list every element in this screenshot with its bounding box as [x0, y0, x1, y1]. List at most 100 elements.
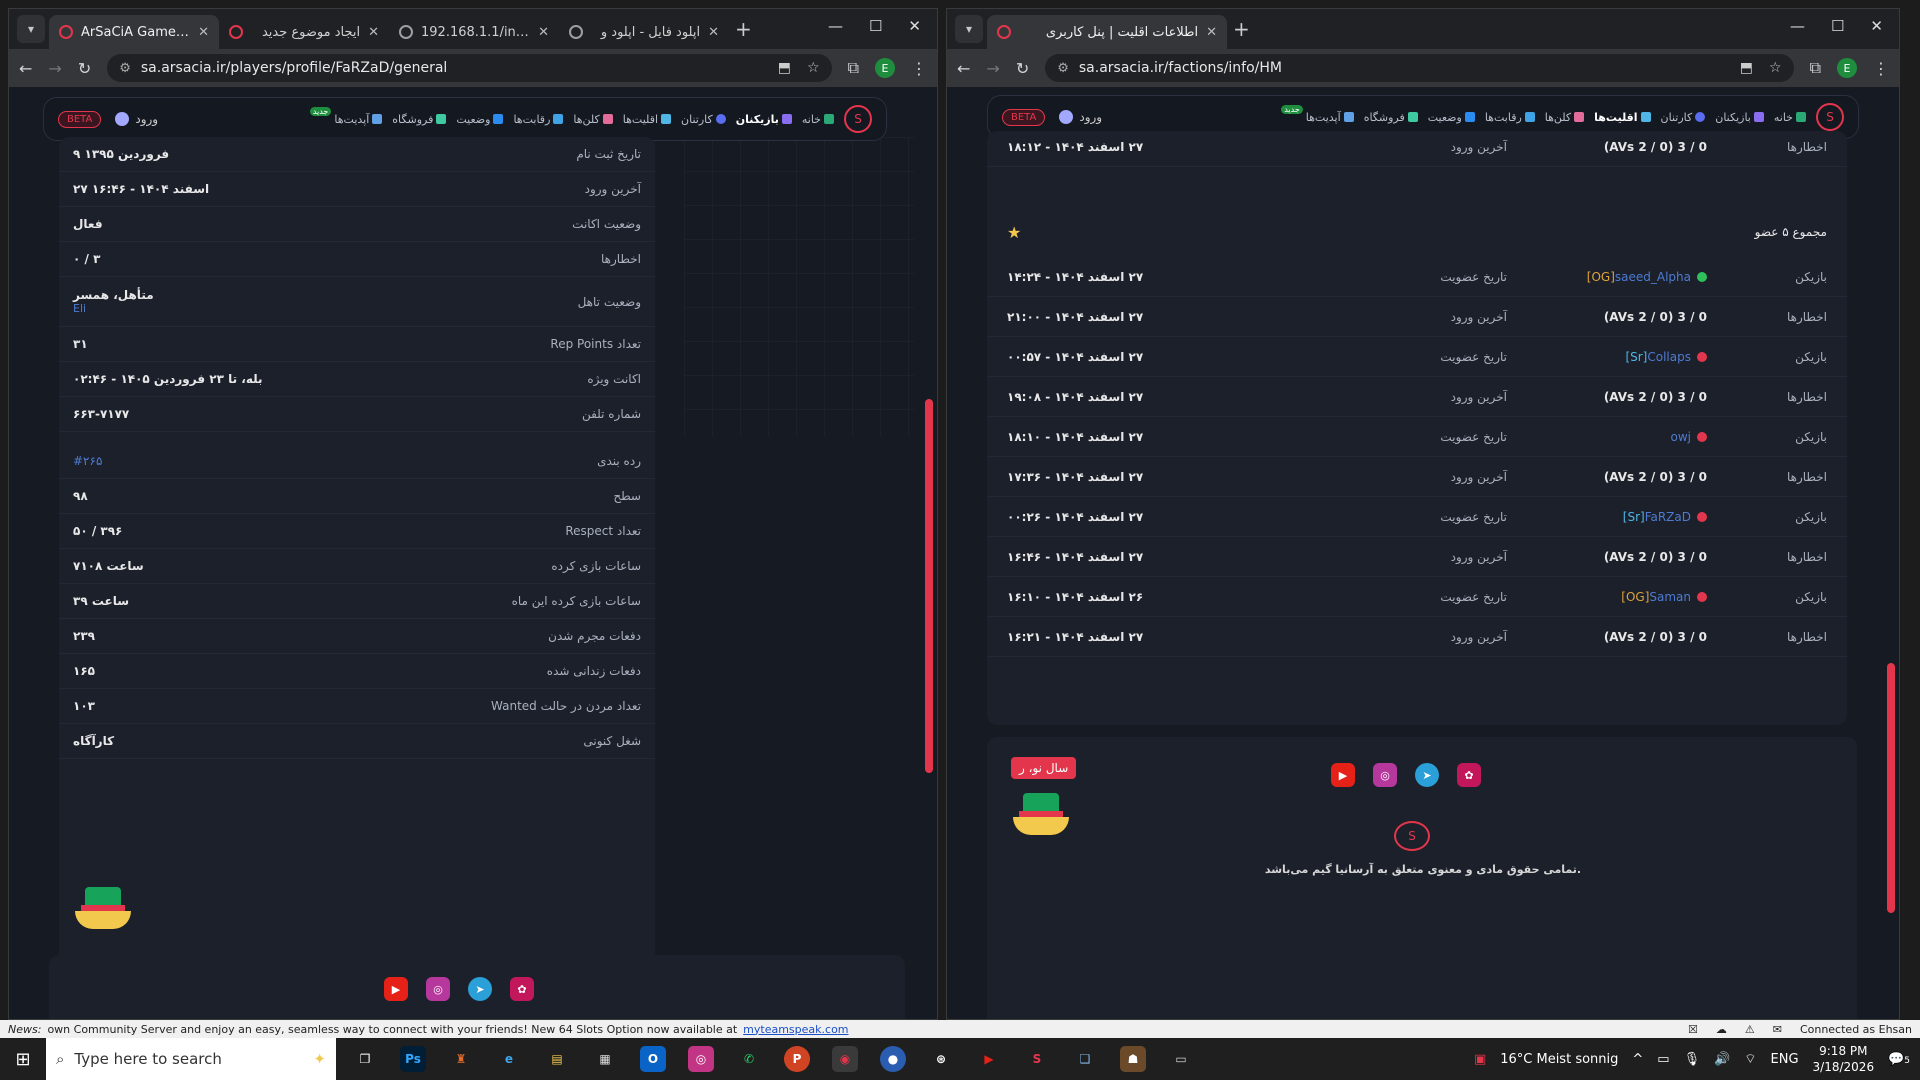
nav-factions[interactable]: اقلیت‌ها — [623, 113, 672, 126]
outlook-icon[interactable]: O — [640, 1046, 666, 1072]
member-name-link[interactable]: Collaps — [1647, 350, 1691, 364]
instagram-app-icon[interactable]: ◎ — [688, 1046, 714, 1072]
photoshop-icon[interactable]: Ps — [400, 1046, 426, 1072]
wifi-icon[interactable]: ⌔ — [1744, 1051, 1756, 1067]
bookmark-star-icon[interactable]: ☆ — [807, 60, 820, 76]
reload-icon[interactable]: ↻ — [1016, 59, 1029, 78]
arsacia-app-icon[interactable]: S — [1024, 1046, 1050, 1072]
nav-status[interactable]: وضعیت — [456, 113, 504, 126]
close-tab-icon[interactable]: ✕ — [1206, 25, 1217, 40]
spouse-link[interactable]: Eli — [73, 302, 114, 315]
install-app-icon[interactable]: ⬒ — [1740, 60, 1753, 76]
back-arrow-icon[interactable]: ← — [19, 59, 32, 78]
instagram-icon[interactable]: ◎ — [1373, 763, 1397, 787]
telegram-icon[interactable]: ➤ — [1415, 763, 1439, 787]
close-tab-icon[interactable]: ✕ — [538, 25, 549, 40]
youtube-icon[interactable]: ▶ — [384, 977, 408, 1001]
page-scrollbar[interactable] — [1887, 93, 1895, 1015]
arsacia-logo-icon[interactable]: S — [844, 105, 872, 133]
nav-cartoons[interactable]: کارتنان — [681, 113, 726, 126]
bookmark-star-icon[interactable]: ☆ — [1769, 60, 1782, 76]
scrollbar-thumb[interactable] — [1887, 663, 1895, 913]
powerpoint-icon[interactable]: P — [784, 1046, 810, 1072]
reload-icon[interactable]: ↻ — [78, 59, 91, 78]
weather-icon[interactable]: ▣ — [1474, 1052, 1486, 1067]
taskbar-search[interactable]: ⌕ Type here to search ✦ — [46, 1038, 336, 1080]
forward-arrow-icon[interactable]: → — [986, 59, 999, 78]
tray-chevron-icon[interactable]: ^ — [1632, 1052, 1643, 1067]
rubika-icon[interactable]: ✿ — [1457, 763, 1481, 787]
nav-updates[interactable]: آپدیت‌ها جدید — [309, 106, 383, 126]
tab-upload[interactable]: آپلود فایل - اپلود و ✕ — [559, 15, 729, 49]
nav-updates[interactable]: آپدیت‌ها جدید — [1281, 104, 1354, 124]
store-icon[interactable]: ▦ — [592, 1046, 618, 1072]
member-name-link[interactable]: owj — [1671, 430, 1692, 444]
member-name-link[interactable]: saeed_Alpha — [1615, 270, 1691, 284]
member-name-link[interactable]: FaRZaD — [1645, 510, 1691, 524]
media-player-icon[interactable]: ▶ — [976, 1046, 1002, 1072]
game-app-icon[interactable]: ☗ — [1120, 1046, 1146, 1072]
clock[interactable]: 9:18 PM 3/18/2026 — [1813, 1043, 1875, 1075]
menu-kebab-icon[interactable]: ⋮ — [911, 59, 927, 78]
tab-new-topic[interactable]: ایجاد موضوع جدید ✕ — [219, 15, 389, 49]
instagram-icon[interactable]: ◎ — [426, 977, 450, 1001]
pin-app-icon[interactable]: ♜ — [448, 1046, 474, 1072]
window-app-icon[interactable]: ▭ — [1168, 1046, 1194, 1072]
nav-players[interactable]: بازیکنان — [1715, 111, 1764, 124]
nav-home[interactable]: خانه — [1774, 111, 1806, 124]
nav-players[interactable]: بازیکنان — [736, 113, 792, 126]
close-tab-icon[interactable]: ✕ — [368, 25, 379, 40]
news-link[interactable]: myteamspeak.com — [743, 1023, 848, 1036]
profile-avatar[interactable]: E — [875, 58, 895, 78]
minimize-icon[interactable]: — — [828, 17, 843, 35]
tab-search-button[interactable]: ▾ — [955, 15, 983, 43]
rubika-icon[interactable]: ✿ — [510, 977, 534, 1001]
nav-clans[interactable]: کلن‌ها — [573, 113, 613, 126]
nav-shop[interactable]: فروشگاه — [1364, 111, 1418, 124]
close-window-icon[interactable]: ✕ — [908, 17, 921, 35]
scrollbar-thumb[interactable] — [925, 399, 933, 773]
maximize-icon[interactable]: ☐ — [869, 17, 882, 35]
profile-avatar[interactable]: E — [1837, 58, 1857, 78]
install-app-icon[interactable]: ⬒ — [778, 60, 791, 76]
tab-search-button[interactable]: ▾ — [17, 15, 45, 43]
site-info-icon[interactable]: ⚙ — [119, 61, 131, 76]
minimize-icon[interactable]: — — [1790, 17, 1805, 35]
member-name[interactable]: [Sr]FaRZaD — [1507, 510, 1707, 524]
close-tab-icon[interactable]: ✕ — [198, 25, 209, 40]
notes-app-icon[interactable]: ❑ — [1072, 1046, 1098, 1072]
login-button[interactable]: ورود — [1059, 110, 1102, 124]
file-explorer-icon[interactable]: ▤ — [544, 1046, 570, 1072]
nav-factions[interactable]: اقلیت‌ها — [1594, 111, 1651, 124]
member-name[interactable]: [Sr]Collaps — [1507, 350, 1707, 364]
close-window-icon[interactable]: ✕ — [1870, 17, 1883, 35]
warning-icon[interactable]: ⚠ — [1745, 1023, 1755, 1036]
tab-router[interactable]: 192.168.1.1/index ✕ — [389, 15, 559, 49]
new-tab-button[interactable]: + — [735, 17, 752, 41]
telegram-icon[interactable]: ➤ — [468, 977, 492, 1001]
mail-icon[interactable]: ✉ — [1773, 1023, 1782, 1036]
nav-clans[interactable]: کلن‌ها — [1545, 111, 1585, 124]
forward-arrow-icon[interactable]: → — [48, 59, 61, 78]
nav-shop[interactable]: فروشگاه — [392, 113, 447, 126]
cloud-icon[interactable]: ☁ — [1716, 1023, 1727, 1036]
address-bar[interactable]: ⚙ sa.arsacia.ir/players/profile/FaRZaD/g… — [107, 54, 832, 82]
chrome-icon[interactable]: ◉ — [832, 1046, 858, 1072]
weather-text[interactable]: 16°C Meist sonnig — [1500, 1052, 1618, 1067]
edge-icon[interactable]: e — [496, 1046, 522, 1072]
youtube-icon[interactable]: ▶ — [1331, 763, 1355, 787]
nav-cartoons[interactable]: کارتنان — [1661, 111, 1706, 124]
close-news-icon[interactable]: ☒ — [1688, 1023, 1698, 1036]
network-icon[interactable]: ▭ — [1657, 1052, 1669, 1067]
close-tab-icon[interactable]: ✕ — [708, 25, 719, 40]
nav-status[interactable]: وضعیت — [1428, 111, 1475, 124]
task-view-icon[interactable]: ❐ — [352, 1046, 378, 1072]
back-arrow-icon[interactable]: ← — [957, 59, 970, 78]
member-name[interactable]: [OG]Saman — [1507, 590, 1707, 604]
app-circle-icon[interactable]: ● — [880, 1046, 906, 1072]
microphone-icon[interactable]: 🎙 — [1684, 1052, 1701, 1067]
nav-competitions[interactable]: رقابت‌ها — [1485, 111, 1535, 124]
login-button[interactable]: ورود — [115, 112, 158, 126]
tab-faction-info[interactable]: اطلاعات اقلیت | پنل کاربری ✕ — [987, 15, 1227, 49]
page-scrollbar[interactable] — [925, 93, 933, 1015]
